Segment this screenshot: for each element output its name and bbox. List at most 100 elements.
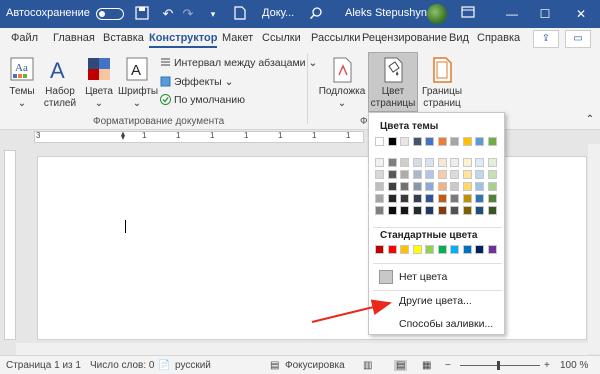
theme-color-swatch[interactable] bbox=[412, 137, 422, 146]
horizontal-scrollbar[interactable] bbox=[16, 343, 588, 355]
standard-color-swatch[interactable] bbox=[462, 245, 472, 254]
theme-shade-swatch[interactable] bbox=[437, 194, 447, 203]
theme-color-swatch[interactable] bbox=[400, 137, 409, 146]
save-icon[interactable] bbox=[134, 6, 150, 22]
theme-shade-swatch[interactable] bbox=[425, 194, 434, 203]
theme-shade-swatch[interactable] bbox=[375, 182, 384, 191]
undo-icon[interactable]: ↶ bbox=[160, 6, 176, 22]
theme-shade-swatch[interactable] bbox=[400, 206, 409, 215]
document-title[interactable]: Доку... bbox=[262, 7, 294, 19]
user-name[interactable]: Aleks Stepushyn bbox=[345, 7, 427, 19]
theme-shade-swatch[interactable] bbox=[387, 158, 397, 167]
vertical-scrollbar[interactable] bbox=[588, 144, 600, 354]
zoom-in-icon[interactable]: + bbox=[544, 360, 550, 371]
search-icon[interactable] bbox=[308, 6, 324, 22]
read-mode-icon[interactable]: ▥ bbox=[363, 360, 372, 371]
share-button[interactable]: ⇪ bbox=[533, 30, 559, 48]
theme-shade-swatch[interactable] bbox=[462, 194, 472, 203]
theme-shade-swatch[interactable] bbox=[400, 194, 409, 203]
theme-shade-swatch[interactable] bbox=[375, 206, 384, 215]
print-layout-icon[interactable]: ▤ bbox=[394, 360, 408, 371]
theme-shade-swatch[interactable] bbox=[375, 158, 384, 167]
page-borders-button[interactable]: Границы страниц bbox=[421, 56, 463, 110]
zoom-level[interactable]: 100 % bbox=[560, 360, 588, 371]
theme-shade-swatch[interactable] bbox=[450, 206, 459, 215]
theme-shade-swatch[interactable] bbox=[437, 206, 447, 215]
theme-shade-swatch[interactable] bbox=[387, 194, 397, 203]
theme-shade-swatch[interactable] bbox=[450, 182, 459, 191]
language[interactable]: русский bbox=[175, 360, 211, 371]
set-as-default-button[interactable]: По умолчанию bbox=[160, 94, 245, 106]
customize-toolbar-icon[interactable]: ▾ bbox=[205, 6, 221, 22]
theme-color-swatch[interactable] bbox=[437, 137, 447, 146]
theme-shade-swatch[interactable] bbox=[487, 182, 497, 191]
theme-shade-swatch[interactable] bbox=[487, 194, 497, 203]
paragraph-spacing-button[interactable]: Интервал между абзацами ⌄ bbox=[160, 57, 317, 69]
tab-help[interactable]: Справка bbox=[477, 32, 520, 44]
tab-view[interactable]: Вид bbox=[449, 32, 469, 44]
theme-shade-swatch[interactable] bbox=[412, 158, 422, 167]
tab-insert[interactable]: Вставка bbox=[103, 32, 144, 44]
theme-shade-swatch[interactable] bbox=[425, 158, 434, 167]
themes-button[interactable]: Aa Темы ⌄ bbox=[6, 56, 38, 110]
theme-color-swatch[interactable] bbox=[387, 137, 397, 146]
theme-shade-swatch[interactable] bbox=[450, 158, 459, 167]
theme-shade-swatch[interactable] bbox=[412, 182, 422, 191]
theme-shade-swatch[interactable] bbox=[400, 170, 409, 179]
tab-home[interactable]: Главная bbox=[53, 32, 95, 44]
theme-shade-swatch[interactable] bbox=[487, 158, 497, 167]
standard-color-swatch[interactable] bbox=[450, 245, 459, 254]
theme-shade-swatch[interactable] bbox=[425, 170, 434, 179]
web-layout-icon[interactable]: ▦ bbox=[422, 360, 431, 371]
tab-design[interactable]: Конструктор bbox=[149, 32, 218, 48]
theme-shade-swatch[interactable] bbox=[475, 158, 484, 167]
theme-shade-swatch[interactable] bbox=[450, 170, 459, 179]
maximize-button[interactable]: ☐ bbox=[530, 0, 560, 28]
comments-button[interactable]: ▭ bbox=[565, 30, 591, 48]
page-count[interactable]: Страница 1 из 1 bbox=[6, 360, 81, 371]
ribbon-display-icon[interactable] bbox=[460, 6, 476, 22]
theme-shade-swatch[interactable] bbox=[437, 158, 447, 167]
standard-color-swatch[interactable] bbox=[487, 245, 497, 254]
theme-shade-swatch[interactable] bbox=[425, 182, 434, 191]
tab-review[interactable]: Рецензирование bbox=[362, 32, 447, 44]
horizontal-ruler[interactable]: 3 ⧫ 1 1 1 1 1 1 1 bbox=[0, 130, 600, 144]
style-set-button[interactable]: A Набор стилей bbox=[41, 56, 79, 110]
theme-color-swatch[interactable] bbox=[425, 137, 434, 146]
standard-color-swatch[interactable] bbox=[437, 245, 447, 254]
theme-color-swatch[interactable] bbox=[487, 137, 497, 146]
theme-shade-swatch[interactable] bbox=[375, 194, 384, 203]
tab-mailings[interactable]: Рассылки bbox=[311, 32, 360, 44]
theme-shade-swatch[interactable] bbox=[412, 206, 422, 215]
theme-shade-swatch[interactable] bbox=[387, 206, 397, 215]
standard-color-swatch[interactable] bbox=[375, 245, 384, 254]
zoom-out-icon[interactable]: − bbox=[445, 360, 451, 371]
ruler-indent-marker[interactable]: ⧫ bbox=[121, 131, 125, 140]
theme-shade-swatch[interactable] bbox=[375, 170, 384, 179]
theme-shade-swatch[interactable] bbox=[437, 170, 447, 179]
theme-shade-swatch[interactable] bbox=[400, 182, 409, 191]
theme-color-swatch[interactable] bbox=[375, 137, 384, 146]
close-button[interactable]: ✕ bbox=[566, 0, 596, 28]
focus-icon[interactable]: ▤ bbox=[270, 360, 279, 371]
tab-references[interactable]: Ссылки bbox=[262, 32, 301, 44]
standard-color-swatch[interactable] bbox=[425, 245, 434, 254]
theme-shade-swatch[interactable] bbox=[462, 158, 472, 167]
zoom-slider-thumb[interactable] bbox=[497, 361, 500, 370]
theme-shade-swatch[interactable] bbox=[425, 206, 434, 215]
standard-color-swatch[interactable] bbox=[475, 245, 484, 254]
theme-shade-swatch[interactable] bbox=[400, 158, 409, 167]
theme-shade-swatch[interactable] bbox=[475, 170, 484, 179]
theme-shade-swatch[interactable] bbox=[462, 182, 472, 191]
theme-shade-swatch[interactable] bbox=[387, 182, 397, 191]
tab-layout[interactable]: Макет bbox=[222, 32, 253, 44]
effects-button[interactable]: Эффекты ⌄ bbox=[160, 76, 233, 88]
page-color-button[interactable]: Цветстраницы ⌄ bbox=[368, 52, 418, 121]
standard-color-swatch[interactable] bbox=[400, 245, 409, 254]
theme-shade-swatch[interactable] bbox=[475, 194, 484, 203]
redo-icon[interactable]: ↷ bbox=[180, 6, 196, 22]
more-colors-item[interactable]: Другие цвета... bbox=[399, 295, 472, 307]
fill-effects-item[interactable]: Способы заливки... bbox=[399, 318, 493, 330]
avatar[interactable] bbox=[427, 4, 447, 24]
theme-shade-swatch[interactable] bbox=[387, 170, 397, 179]
